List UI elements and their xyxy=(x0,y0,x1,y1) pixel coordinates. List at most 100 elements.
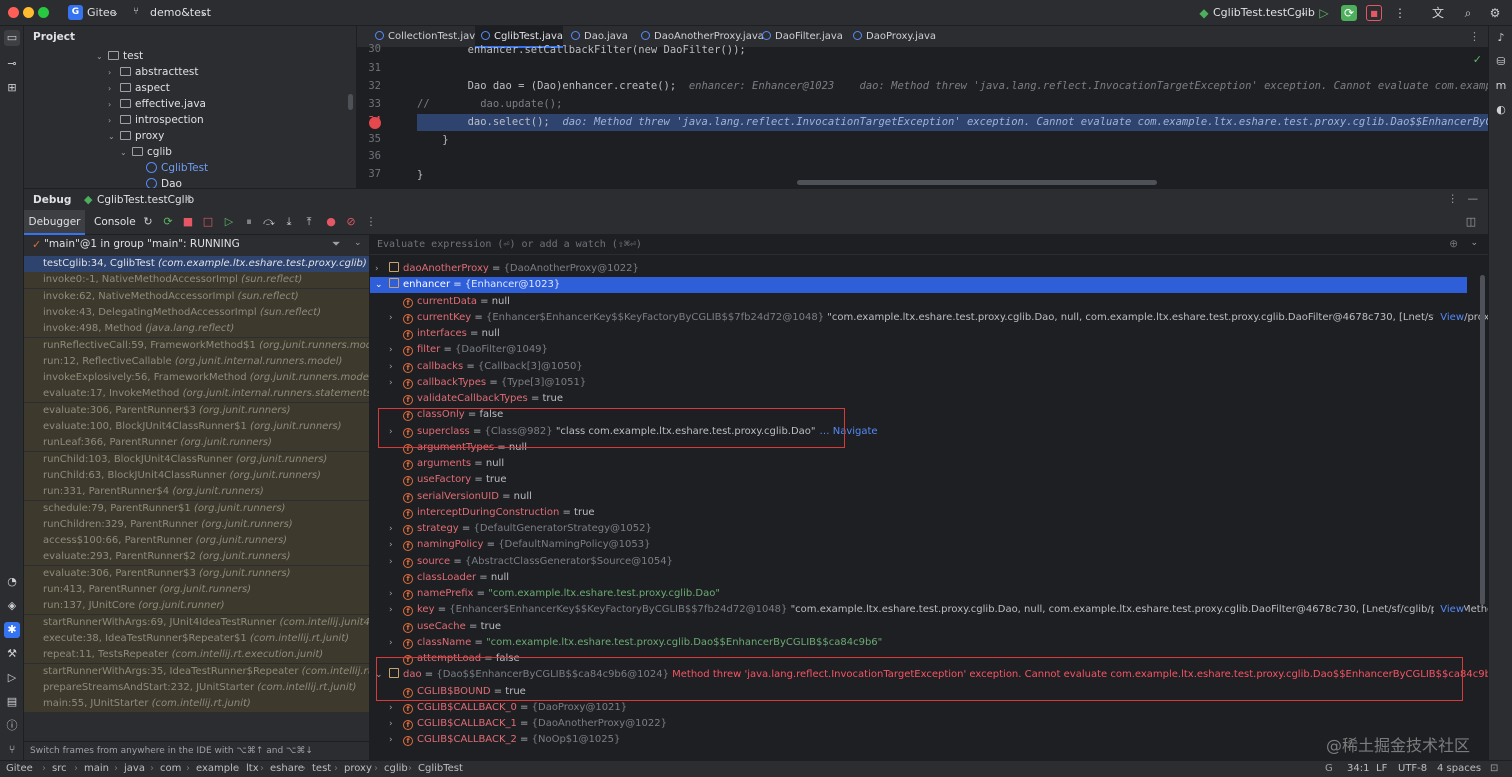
variable-row[interactable]: f useFactory = true xyxy=(370,472,1488,488)
more-options-icon[interactable]: ⋮ xyxy=(1448,193,1459,205)
stack-frame[interactable]: invoke:498, Method (java.lang.reflect) xyxy=(24,321,369,338)
chevron-right-icon[interactable]: › xyxy=(375,261,389,277)
maximize-window-button[interactable] xyxy=(38,7,49,18)
stack-frame[interactable]: run:413, ParentRunner (org.junit.runners… xyxy=(24,582,369,598)
variable-row[interactable]: › f filter = {DaoFilter@1049} xyxy=(370,342,1488,358)
stop-icon[interactable]: ■ xyxy=(1366,5,1382,21)
project-tool-icon[interactable]: ▭ xyxy=(4,30,20,46)
chevron-right-icon[interactable]: › xyxy=(389,586,403,602)
scrollbar[interactable] xyxy=(1480,275,1485,605)
run-tool-icon[interactable]: ▷ xyxy=(4,670,20,686)
variable-row[interactable]: f validateCallbackTypes = true xyxy=(370,391,1488,407)
variable-row[interactable]: › f CGLIB$CALLBACK_1 = {DaoAnotherProxy@10… xyxy=(370,716,1488,732)
variable-link[interactable]: View xyxy=(1434,309,1464,326)
variable-row[interactable]: ⌄ enhancer = {Enhancer@1023} xyxy=(370,277,1467,294)
view-breakpoints-icon[interactable]: ● xyxy=(324,215,338,229)
stack-frame[interactable]: invoke:43, DelegatingMethodAccessorImpl … xyxy=(24,304,369,321)
indent-setting[interactable]: 4 spaces xyxy=(1437,761,1481,777)
stack-frame[interactable]: schedule:79, ParentRunner$1 (org.junit.r… xyxy=(24,500,369,517)
breadcrumb-item[interactable]: src xyxy=(52,761,67,777)
tree-node[interactable]: › aspect xyxy=(108,80,170,96)
chevron-right-icon[interactable]: › xyxy=(389,732,403,748)
breadcrumb-item[interactable]: ltx xyxy=(246,761,259,777)
step-out-icon[interactable]: ⤒ xyxy=(302,215,316,229)
close-window-button[interactable] xyxy=(8,7,19,18)
variable-row[interactable]: › daoAnotherProxy = {DaoAnotherProxy@1022… xyxy=(370,261,1488,277)
minimize-window-button[interactable] xyxy=(23,7,34,18)
breadcrumb-item[interactable]: main xyxy=(84,761,109,777)
commit-tool-icon[interactable]: ⊸ xyxy=(4,56,20,72)
chevron-down-icon[interactable]: ⌄ xyxy=(375,277,389,293)
chevron-right-icon[interactable]: › xyxy=(389,537,403,553)
variable-row[interactable]: f interceptDuringConstruction = true xyxy=(370,505,1488,521)
stack-frame[interactable]: evaluate:293, ParentRunner$2 (org.junit.… xyxy=(24,549,369,566)
variable-row[interactable]: › f currentKey = {Enhancer$EnhancerKey$$Ke… xyxy=(370,309,1488,326)
inspection-icon[interactable]: G xyxy=(1325,761,1333,777)
rerun-icon[interactable]: ↻ xyxy=(141,215,155,229)
resume-icon[interactable]: ▷ xyxy=(222,215,236,229)
lock-icon[interactable]: ⊡ xyxy=(1490,761,1498,777)
debug-session-tab[interactable]: CglibTest.testCglib xyxy=(97,194,194,206)
step-into-icon[interactable]: ⤓ xyxy=(282,215,296,229)
tree-node[interactable]: › abstracttest xyxy=(108,64,199,80)
chevron-right-icon[interactable]: › xyxy=(389,700,403,716)
build-tool-icon[interactable]: ⚒ xyxy=(4,646,20,662)
stack-frame[interactable]: invokeExplosively:56, FrameworkMethod (o… xyxy=(24,370,369,387)
variable-row[interactable]: f classLoader = null xyxy=(370,570,1488,586)
variable-row[interactable]: › f namingPolicy = {DefaultNamingPolicy@10… xyxy=(370,537,1488,553)
chevron-right-icon[interactable]: › xyxy=(389,521,403,537)
breadcrumb-item[interactable]: com xyxy=(160,761,181,777)
run-icon[interactable]: ▷ xyxy=(1316,5,1332,21)
stack-frame[interactable]: evaluate:100, BlockJUnit4ClassRunner$1 (… xyxy=(24,419,369,435)
tree-node[interactable]: CglibTest xyxy=(146,160,208,176)
chevron-right-icon[interactable]: › xyxy=(389,342,403,358)
problems-tool-icon[interactable]: ⓘ xyxy=(4,718,20,734)
variable-row[interactable]: › f strategy = {DefaultGeneratorStrategy@1… xyxy=(370,521,1488,537)
chevron-right-icon[interactable]: › xyxy=(389,359,403,375)
stack-frame[interactable]: runChild:103, BlockJUnit4ClassRunner (or… xyxy=(24,451,369,468)
variable-row[interactable]: › f key = {Enhancer$EnhancerKey$$KeyFactor… xyxy=(370,602,1488,619)
chevron-down-icon[interactable]: ⌄ xyxy=(1470,238,1478,248)
chevron-right-icon[interactable]: › xyxy=(389,602,403,618)
stack-frame[interactable]: run:331, ParentRunner$4 (org.junit.runne… xyxy=(24,484,369,501)
chevron-right-icon[interactable]: › xyxy=(389,310,403,326)
pause-icon[interactable]: ⏸ xyxy=(242,215,256,229)
translate-icon[interactable]: 文 xyxy=(1430,5,1446,21)
git-tool-icon[interactable]: ⑂ xyxy=(4,742,20,758)
stop-icon[interactable]: ■ xyxy=(181,215,195,229)
breadcrumb-item[interactable]: test xyxy=(312,761,331,777)
code-area[interactable]: enhancer.setCallbackFilter(new DaoFilter… xyxy=(417,44,1488,188)
terminal-tool-icon[interactable]: ▤ xyxy=(4,694,20,710)
stack-frame[interactable]: access$100:66, ParentRunner (org.junit.r… xyxy=(24,533,369,550)
database-icon[interactable]: ⛁ xyxy=(1493,54,1509,70)
minimize-icon[interactable]: — xyxy=(1468,193,1479,205)
services-tool-icon[interactable]: ◔ xyxy=(4,574,20,590)
caret-position[interactable]: 34:1 xyxy=(1347,761,1369,777)
close-icon[interactable]: × xyxy=(184,193,193,205)
settings-icon[interactable]: ⚙ xyxy=(1487,5,1503,21)
layout-icon[interactable]: ◫ xyxy=(1464,215,1478,229)
variable-row[interactable]: f serialVersionUID = null xyxy=(370,489,1488,505)
step-over-icon[interactable]: ⤼ xyxy=(262,215,276,229)
stop-outline-icon[interactable]: □ xyxy=(201,215,215,229)
mute-breakpoints-icon[interactable]: ⊘ xyxy=(344,215,358,229)
stack-frame[interactable]: startRunnerWithArgs:69, JUnit4IdeaTestRu… xyxy=(24,614,369,631)
filter-icon[interactable]: ⏷ xyxy=(332,238,340,251)
horizontal-scrollbar[interactable] xyxy=(797,180,1157,185)
tree-node[interactable]: › introspection xyxy=(108,112,204,128)
add-watch-icon[interactable]: ⊕ xyxy=(1449,238,1458,250)
breadcrumb-item[interactable]: example xyxy=(196,761,239,777)
breadcrumb-item[interactable]: CglibTest xyxy=(418,761,463,777)
breadcrumb-item[interactable]: java xyxy=(124,761,145,777)
gradle-icon[interactable]: ◐ xyxy=(1493,102,1509,118)
stack-frame[interactable]: run:137, JUnitCore (org.junit.runner) xyxy=(24,598,369,615)
variable-row[interactable]: f currentData = null xyxy=(370,294,1488,310)
tree-node[interactable]: ⌄ proxy xyxy=(108,128,164,144)
variable-link[interactable]: View xyxy=(1434,602,1464,619)
stack-frame[interactable]: execute:38, IdeaTestRunner$Repeater$1 (c… xyxy=(24,630,369,647)
variable-row[interactable]: › f callbacks = {Callback[3]@1050} xyxy=(370,359,1488,375)
structure-tool-icon[interactable]: ⊞ xyxy=(4,80,20,96)
variable-row[interactable]: › f CGLIB$CALLBACK_2 = {NoOp$1@1025} xyxy=(370,732,1488,748)
stack-frame[interactable]: testCglib:34, CglibTest (com.example.ltx… xyxy=(24,256,369,272)
variable-row[interactable]: › f className = "com.example.ltx.eshare.te… xyxy=(370,635,1488,651)
